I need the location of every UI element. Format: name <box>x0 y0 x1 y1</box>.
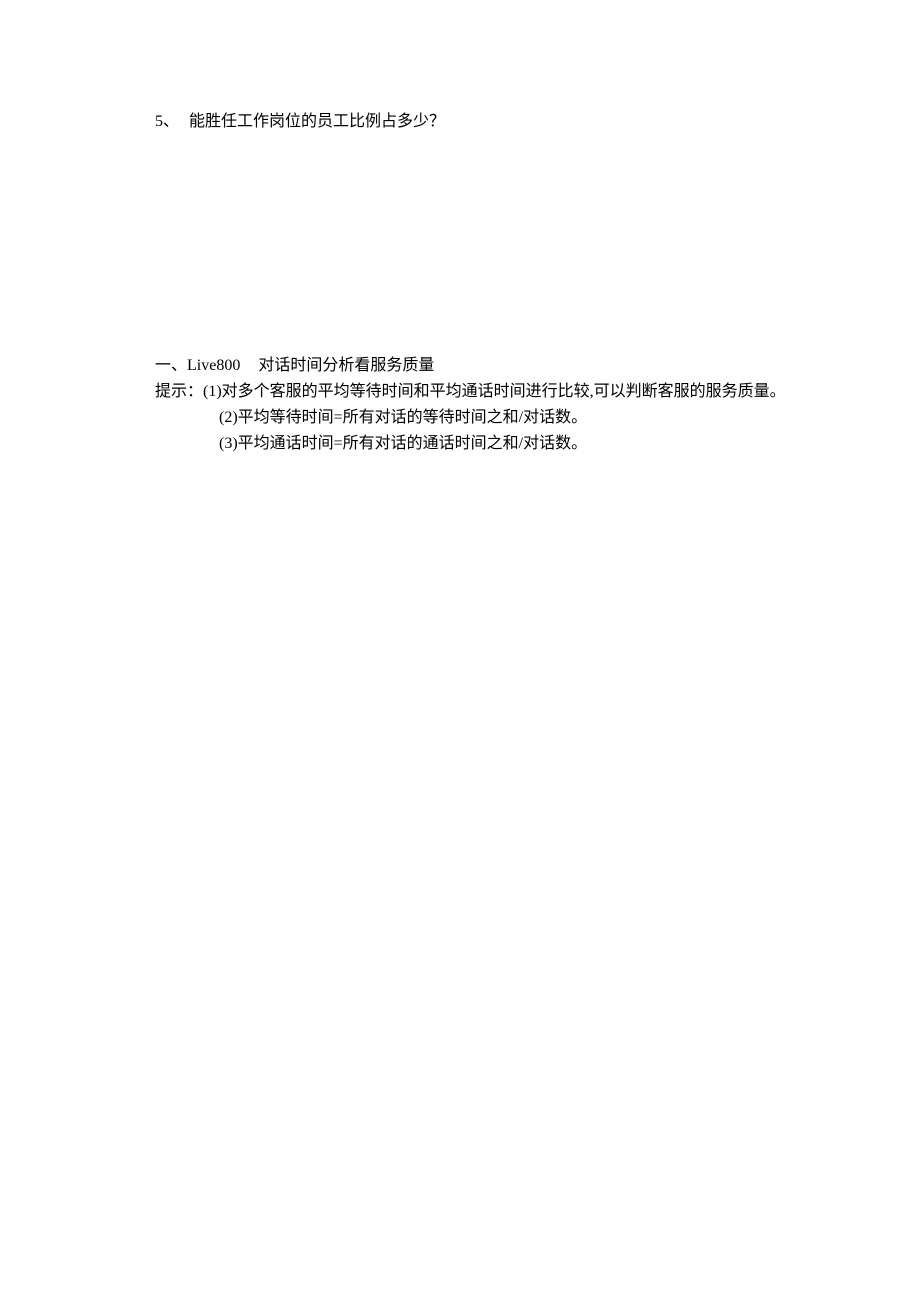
question-number: 5、 <box>155 110 179 134</box>
section-title: Live800 <box>187 357 240 374</box>
hint-item: (3)平均通话时间=所有对话的通话时间之和/对话数。 <box>155 432 820 456</box>
hint-label: 提示： <box>155 383 203 400</box>
section-subtitle: 对话时间分析看服务质量 <box>258 357 434 374</box>
hint-item: (2)平均等待时间=所有对话的等待时间之和/对话数。 <box>155 406 820 430</box>
hint-text: (1)对多个客服的平均等待时间和平均通话时间进行比较,可以判断客服的服务质量。 <box>203 383 786 400</box>
hint-text: (3)平均通话时间=所有对话的通话时间之和/对话数。 <box>219 435 587 452</box>
question-text: 能胜任工作岗位的员工比例占多少？ <box>189 113 445 130</box>
section-heading: 一、Live800 对话时间分析看服务质量 <box>155 354 820 378</box>
section-number: 一、 <box>155 357 187 374</box>
question-item: 5、 能胜任工作岗位的员工比例占多少？ <box>155 110 820 134</box>
hint-text: (2)平均等待时间=所有对话的等待时间之和/对话数。 <box>219 409 587 426</box>
hint-item: 提示：(1)对多个客服的平均等待时间和平均通话时间进行比较,可以判断客服的服务质… <box>155 380 820 404</box>
